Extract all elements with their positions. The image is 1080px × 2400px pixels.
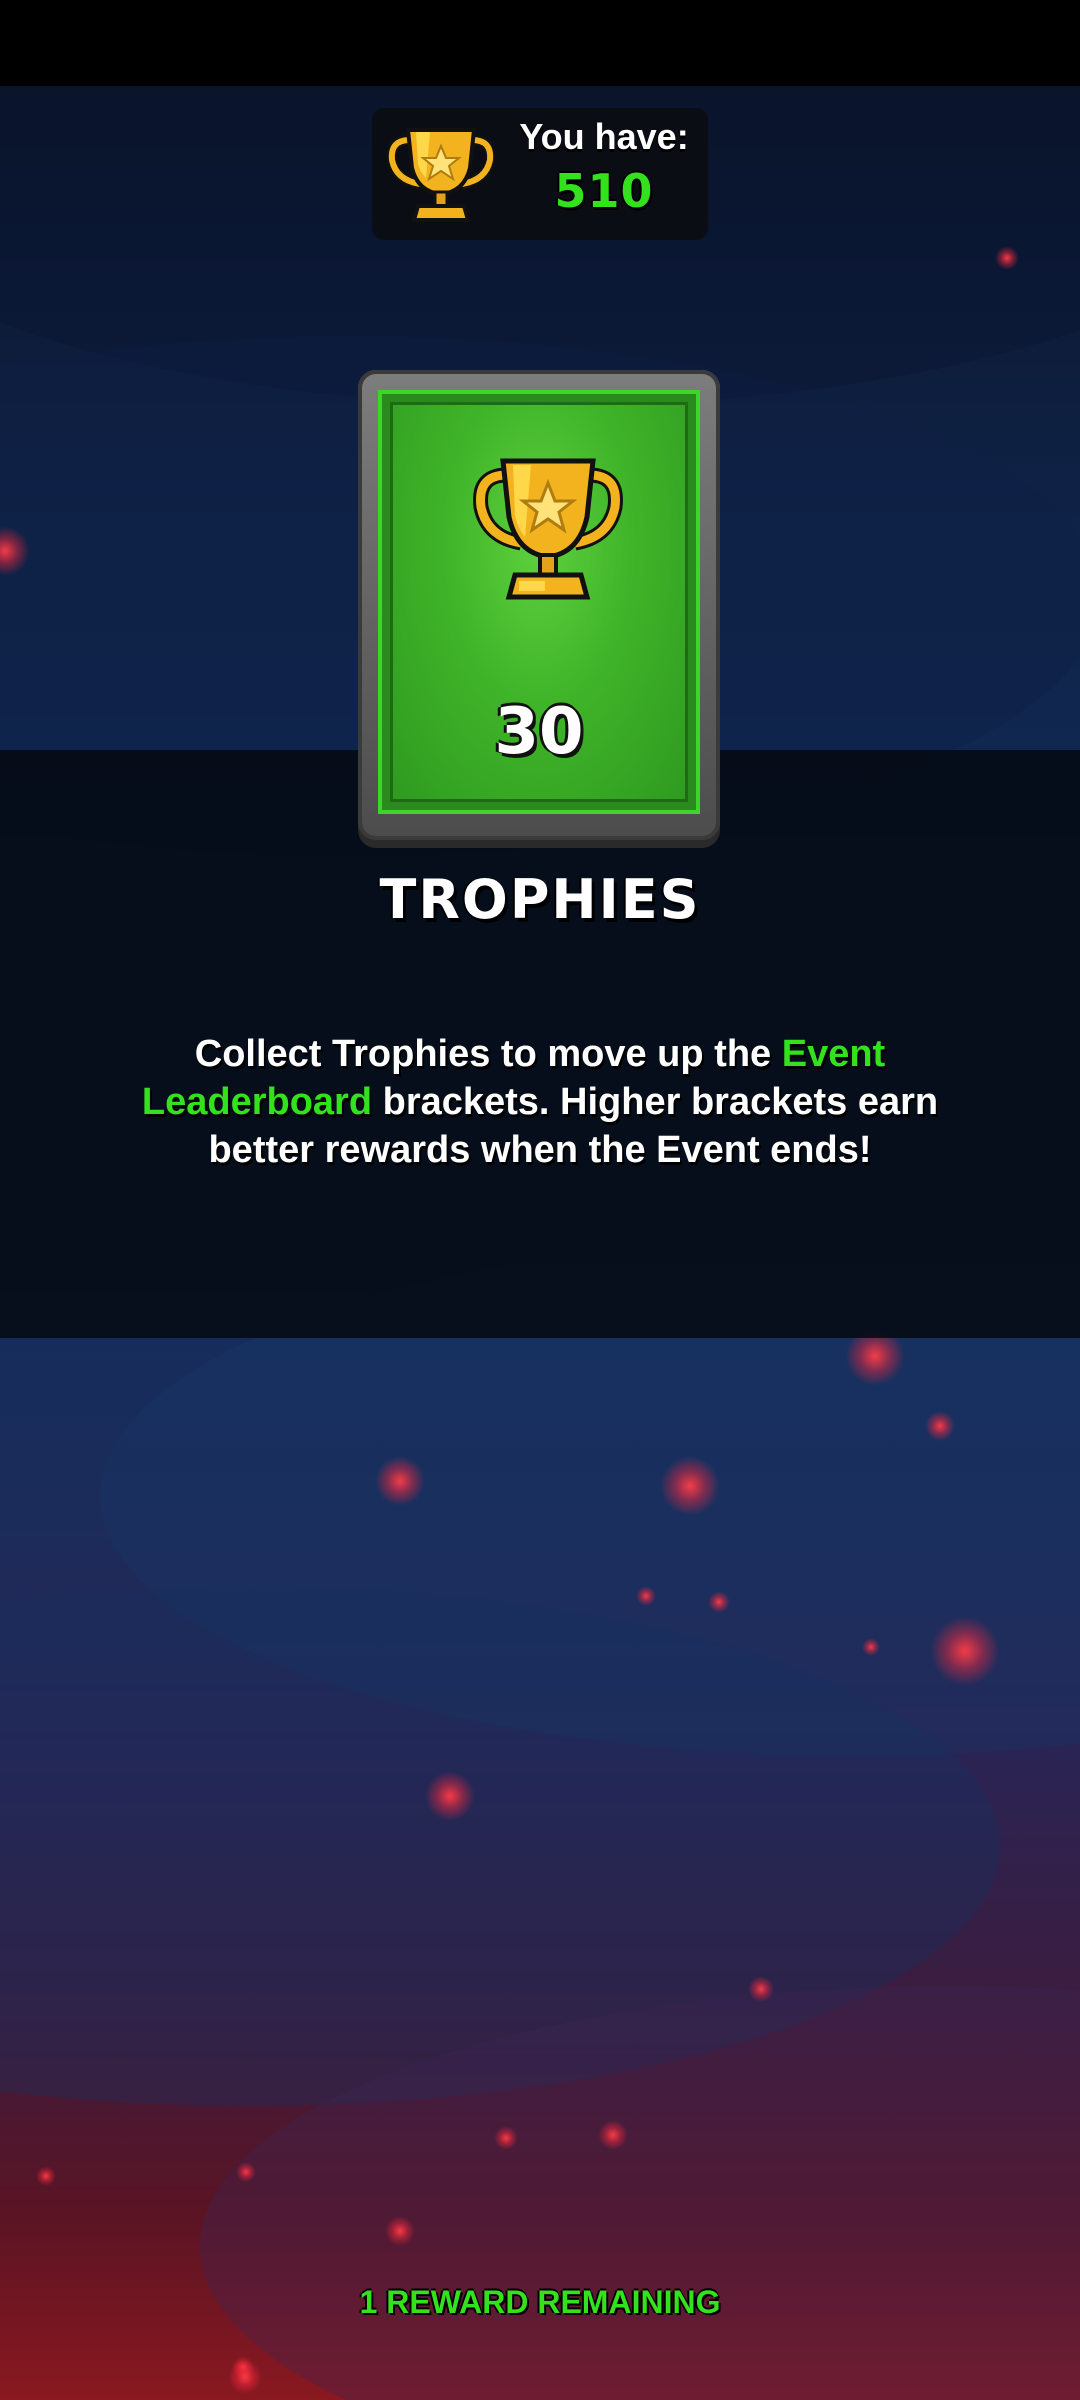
- reward-amount: 30: [494, 695, 584, 769]
- particle: [236, 2162, 256, 2182]
- reward-description: Collect Trophies to move up the Event Le…: [100, 1030, 980, 1174]
- trophy-balance: You have: 510: [372, 108, 708, 240]
- particle: [995, 246, 1019, 270]
- description-text: Collect Trophies to move up the: [194, 1033, 782, 1075]
- reward-title: TROPHIES: [379, 868, 701, 931]
- particle: [385, 2216, 415, 2246]
- particle: [425, 1771, 475, 1821]
- particle: [494, 2126, 518, 2150]
- particle: [636, 1586, 656, 1606]
- particle: [228, 2360, 262, 2394]
- status-bar: [0, 0, 1080, 86]
- rewards-remaining: 1 REWARD REMAINING: [359, 2284, 721, 2320]
- reward-card-face: 30: [390, 402, 688, 802]
- particle: [660, 1456, 720, 1516]
- reward-card-frame: 30: [378, 390, 700, 814]
- balance-label: You have:: [519, 116, 689, 157]
- balance-value: 510: [554, 164, 654, 218]
- particle: [375, 1456, 425, 1506]
- particle: [36, 2166, 56, 2186]
- trophy-icon: [473, 458, 623, 600]
- reward-card: 30: [358, 370, 720, 840]
- particle: [708, 1591, 730, 1613]
- particle: [748, 1976, 774, 2002]
- particle: [925, 1411, 955, 1441]
- particle: [930, 1616, 1000, 1686]
- trophy-icon: [386, 128, 496, 222]
- particle: [598, 2120, 628, 2150]
- particle: [862, 1638, 880, 1656]
